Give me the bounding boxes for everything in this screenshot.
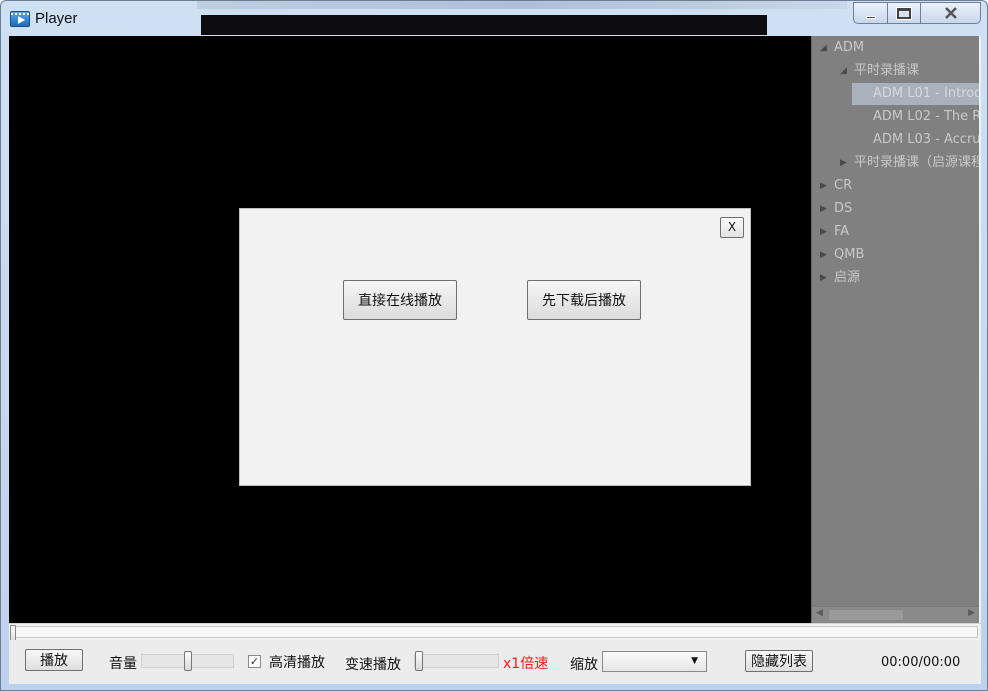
minimize-button[interactable]	[853, 2, 888, 24]
collapsed-arrow-icon: ▶	[820, 204, 827, 214]
title-bar[interactable]: Player	[1, 1, 987, 35]
tree-item-ds[interactable]: ▶ DS	[820, 198, 852, 220]
hd-checkbox[interactable]: ✓	[248, 655, 261, 668]
tree-item-lectures[interactable]: ◢ 平时录播课	[840, 60, 919, 82]
progress-track[interactable]	[10, 626, 978, 638]
collapsed-arrow-icon: ▶	[840, 158, 847, 168]
collapsed-arrow-icon: ▶	[820, 250, 827, 260]
chevron-down-icon: ▼	[691, 656, 698, 666]
tree-item-label: QMB	[834, 247, 865, 262]
tree-item-cr[interactable]: ▶ CR	[820, 175, 852, 197]
expanded-arrow-icon: ◢	[840, 66, 847, 76]
tree-item-label: ADM L03 - Accruals	[873, 132, 979, 147]
tree-item-label: 平时录播课	[854, 63, 920, 78]
speed-slider-handle[interactable]	[415, 651, 423, 671]
scroll-left-icon[interactable]: ◀	[816, 608, 823, 618]
zoom-label: 缩放	[570, 657, 598, 673]
maximize-button[interactable]	[887, 2, 921, 24]
tree-item-adm[interactable]: ◢ ADM	[820, 37, 864, 59]
collapsed-arrow-icon: ▶	[820, 181, 827, 191]
tree-item-adm-l01[interactable]: ADM L01 - Introduction	[852, 83, 979, 105]
scrollbar-thumb[interactable]	[828, 609, 904, 621]
tree-item-adm-l03[interactable]: ADM L03 - Accruals	[873, 129, 979, 151]
tree-item-label: 平时录播课（启源课程）	[854, 155, 979, 170]
expanded-arrow-icon: ◢	[820, 43, 827, 53]
player-window: Player X 直接在线播放 先下载后播放 ◢ ADM ◢ 平时录播课 ADM…	[0, 0, 988, 691]
zoom-select[interactable]: ▼	[602, 651, 707, 672]
hd-label: 高清播放	[269, 655, 325, 671]
progress-handle[interactable]	[10, 625, 16, 641]
collapsed-arrow-icon: ▶	[820, 227, 827, 237]
tree-item-label: ADM L01 - Introduction	[873, 86, 979, 101]
video-player-icon	[10, 11, 30, 27]
tree-item-qiyuan-lectures[interactable]: ▶ 平时录播课（启源课程）	[840, 152, 979, 174]
volume-label: 音量	[109, 656, 137, 672]
title-bar-overlay-dark	[201, 15, 767, 35]
dialog-close-button[interactable]: X	[720, 217, 744, 238]
speed-slider[interactable]	[414, 651, 499, 671]
collapsed-arrow-icon: ▶	[820, 273, 827, 283]
volume-slider-handle[interactable]	[184, 651, 192, 671]
close-icon	[944, 7, 957, 19]
scroll-right-icon[interactable]: ▶	[968, 608, 975, 618]
title-bar-overlay	[197, 1, 847, 9]
control-bar: 播放 音量 ✓ 高清播放 变速播放 x1倍速 缩放 ▼ 隐藏列表 00:00/0…	[9, 640, 981, 684]
tree-item-label: DS	[834, 201, 853, 216]
speed-label: 变速播放	[345, 657, 401, 673]
playback-progress-bar[interactable]	[9, 623, 981, 641]
tree-item-label: CR	[834, 178, 853, 193]
maximize-icon	[896, 6, 912, 20]
tree-item-label: ADM L02 - The Rest	[873, 109, 979, 124]
close-button[interactable]	[920, 2, 981, 24]
tree-item-qmb[interactable]: ▶ QMB	[820, 244, 864, 266]
tree-item-label: ADM	[834, 40, 865, 55]
tree-item-qiyuan[interactable]: ▶ 启源	[820, 267, 860, 289]
window-title: Player	[35, 10, 78, 27]
tree-item-adm-l02[interactable]: ADM L02 - The Rest	[873, 106, 979, 128]
speed-value: x1倍速	[503, 656, 549, 672]
play-button[interactable]: 播放	[25, 649, 83, 671]
course-tree: ◢ ADM ◢ 平时录播课 ADM L01 - Introduction ADM L…	[811, 36, 979, 623]
download-then-play-button[interactable]: 先下载后播放	[527, 280, 641, 320]
horizontal-scrollbar[interactable]: ◀ ▶	[812, 606, 979, 623]
client-area: X 直接在线播放 先下载后播放 ◢ ADM ◢ 平时录播课 ADM L01 - In…	[9, 36, 981, 684]
tree-item-fa[interactable]: ▶ FA	[820, 221, 849, 243]
minimize-icon	[865, 15, 876, 19]
video-area[interactable]: X 直接在线播放 先下载后播放	[9, 36, 811, 623]
play-mode-dialog: X 直接在线播放 先下载后播放	[239, 208, 751, 486]
tree-item-label: 启源	[834, 270, 861, 285]
hide-list-button[interactable]: 隐藏列表	[745, 650, 813, 672]
volume-slider[interactable]	[141, 651, 234, 671]
time-display: 00:00/00:00	[881, 655, 961, 670]
play-online-button[interactable]: 直接在线播放	[343, 280, 457, 320]
tree-item-label: FA	[834, 224, 850, 239]
